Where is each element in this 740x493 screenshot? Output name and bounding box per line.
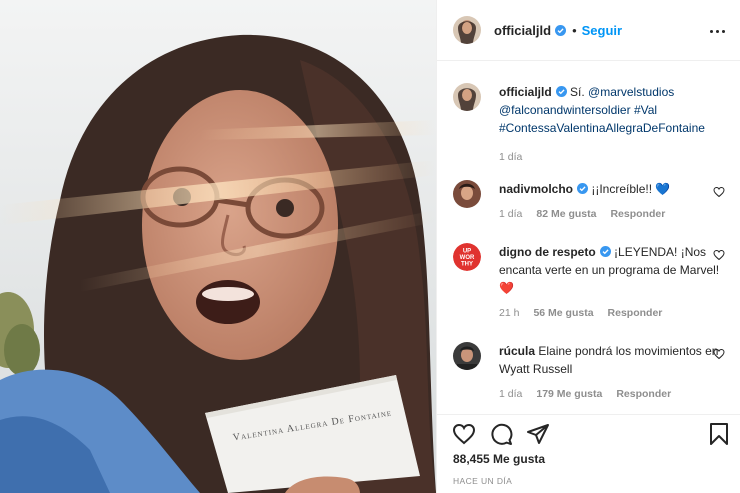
post-timestamp[interactable]: HACE UN DÍA [453,476,512,486]
caption-username[interactable]: officialjld [499,85,552,99]
commenter-username[interactable]: digno de respeto [499,245,596,259]
comment-likes[interactable]: 179 Me gusta [536,388,602,400]
heart-icon[interactable] [713,348,725,360]
reply-button[interactable]: Responder [616,388,671,400]
commenter-username[interactable]: nadivmolcho [499,182,573,196]
verified-icon [555,24,567,36]
verified-icon [555,86,567,97]
comment-time[interactable]: 1 día [499,388,522,400]
comment-item: UP WOR THY digno de respeto ¡LEYENDA! ¡N… [453,243,725,319]
caption-text: Sí. [570,85,589,99]
commenter-avatar[interactable] [453,342,481,370]
mention-falconandwintersoldier[interactable]: @falconandwintersoldier [499,103,631,117]
comments-list[interactable]: officialjld Sí. @marvelstudios @falconan… [437,62,740,414]
like-heart-icon[interactable] [452,422,476,446]
comment-time[interactable]: 1 día [499,208,522,220]
author-avatar[interactable] [453,16,481,44]
post-details-panel: officialjld • Seguir officialjld Sí. @ma… [436,0,740,493]
author-avatar-small[interactable] [453,83,481,111]
comment-likes[interactable]: 56 Me gusta [533,307,593,319]
comment-item: nadivmolcho ¡¡Increíble!! 💙 1 día 82 Me g… [453,180,725,220]
separator-dot: • [572,22,577,38]
post-photo[interactable]: Valentina Allegra De Fontaine [0,0,436,493]
more-options-icon[interactable] [707,21,727,41]
commenter-username[interactable]: rúcula [499,344,535,358]
hashtag-contessa[interactable]: #ContessaValentinaAllegraDeFontaine [499,121,705,135]
post-header: officialjld • Seguir [437,0,740,61]
comment-icon[interactable] [489,422,513,446]
verified-icon [599,246,611,257]
avatar-text-line2: WOR [460,255,475,261]
share-icon[interactable] [526,422,550,446]
hashtag-val[interactable]: #Val [634,103,657,117]
reply-button[interactable]: Responder [608,307,663,319]
mention-marvelstudios[interactable]: @marvelstudios [588,85,674,99]
avatar-text-line1: UP [463,249,471,255]
comment-item: rúcula Elaine pondrá los movimientos en … [453,342,725,400]
author-username[interactable]: officialjld [494,23,551,38]
heart-icon[interactable] [713,186,725,198]
bookmark-icon[interactable] [707,422,731,446]
commenter-avatar[interactable] [453,180,481,208]
avatar-text-line3: THY [461,262,473,268]
verified-icon [577,183,589,194]
comment-likes[interactable]: 82 Me gusta [536,208,596,220]
commenter-avatar[interactable]: UP WOR THY [453,243,481,271]
comment-time[interactable]: 21 h [499,307,519,319]
post-caption: officialjld Sí. @marvelstudios @falconan… [453,83,725,163]
comment-text: ¡¡Increíble!! 💙 [591,182,671,196]
follow-button[interactable]: Seguir [582,23,622,38]
heart-icon[interactable] [713,249,725,261]
caption-time[interactable]: 1 día [499,151,522,163]
like-count[interactable]: 88,455 Me gusta [453,452,545,466]
post-actions: 88,455 Me gusta HACE UN DÍA [437,414,740,493]
reply-button[interactable]: Responder [610,208,665,220]
